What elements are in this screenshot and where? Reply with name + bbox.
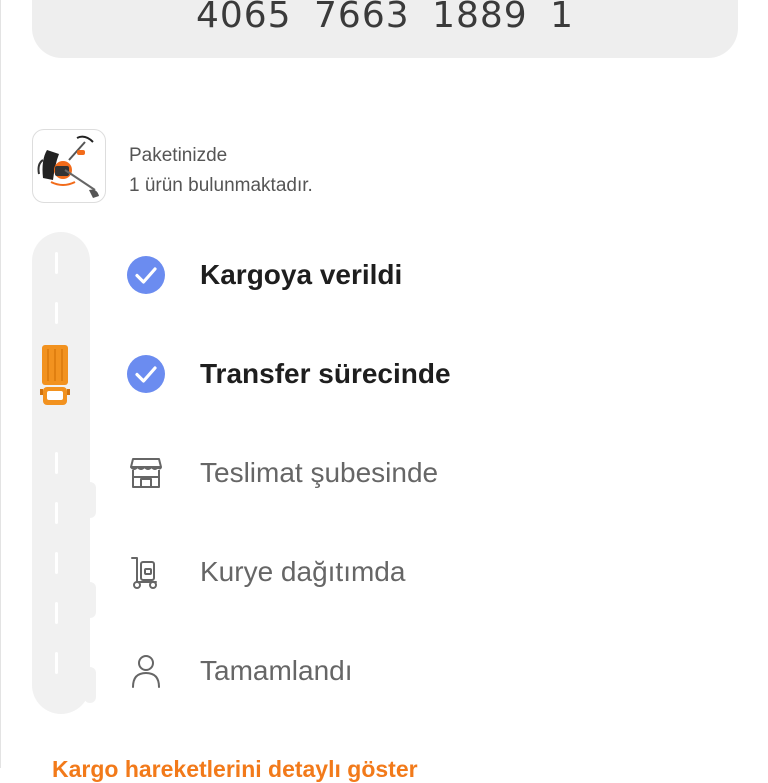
product-thumbnail[interactable] xyxy=(32,129,106,203)
left-edge-divider xyxy=(0,0,1,768)
step-label: Transfer sürecinde xyxy=(200,358,451,389)
road-dash xyxy=(55,552,58,574)
tracking-number: 4065 7663 1889 1 xyxy=(195,0,575,36)
courier-dolly-icon xyxy=(126,552,166,592)
road-dash xyxy=(55,502,58,524)
check-circle-icon xyxy=(126,255,166,295)
road-dash xyxy=(55,252,58,274)
package-info-line-1: Paketinizde xyxy=(129,145,228,166)
road-dash xyxy=(55,652,58,674)
package-info: Paketinizde 1 ürün bulunmaktadır. xyxy=(129,141,313,201)
road-dash xyxy=(55,452,58,474)
step-label: Kargoya verildi xyxy=(200,259,403,290)
package-info-line-2: 1 ürün bulunmaktadır. xyxy=(129,175,313,196)
step-kurye-dagitimda: Kurye dağıtımda xyxy=(126,552,405,592)
road-bump xyxy=(84,582,96,618)
check-circle-icon xyxy=(126,354,166,394)
road-bump xyxy=(84,667,96,703)
tracking-number-box[interactable]: 4065 7663 1889 1 xyxy=(32,0,738,58)
delivery-truck-icon xyxy=(40,345,70,405)
brush-cutter-image xyxy=(37,135,99,198)
road-dash xyxy=(55,302,58,324)
step-label: Kurye dağıtımda xyxy=(200,556,406,587)
show-shipment-details-link[interactable]: Kargo hareketlerini detaylı göster xyxy=(52,756,418,783)
step-label: Teslimat şubesinde xyxy=(200,457,439,488)
step-kargoya-verildi: Kargoya verildi xyxy=(126,255,402,295)
step-label: Tamamlandı xyxy=(200,655,353,686)
road-bump xyxy=(84,482,96,518)
store-icon xyxy=(126,453,166,493)
step-tamamlandi: Tamamlandı xyxy=(126,651,353,691)
step-teslimat-subesinde: Teslimat şubesinde xyxy=(126,453,438,493)
step-transfer-surecinde: Transfer sürecinde xyxy=(126,354,451,394)
road-dash xyxy=(55,602,58,624)
person-icon xyxy=(126,651,166,691)
shipment-progress-road xyxy=(32,232,96,714)
